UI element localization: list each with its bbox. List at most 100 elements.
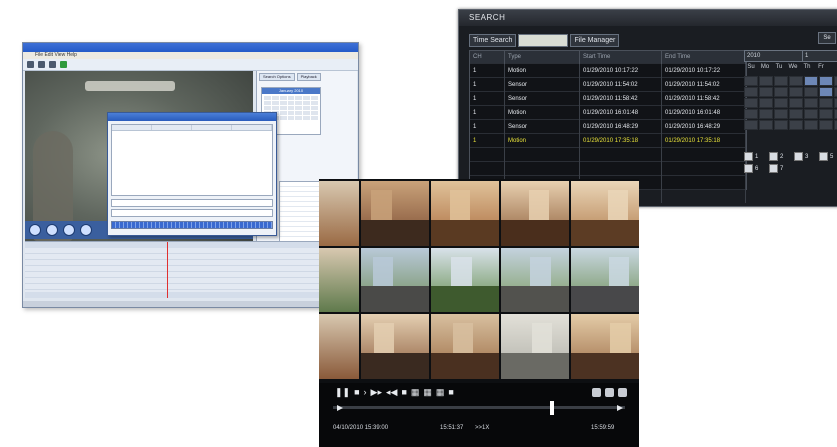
table-row[interactable]: 1 Sensor 01/29/2010 11:54:02 01/29/2010 11:… [470,77,746,92]
calendar-day[interactable] [264,106,271,110]
calendar-day[interactable] [774,109,788,119]
camera-tile[interactable] [319,247,359,313]
tab-event-search[interactable]: Event Search [518,34,569,47]
dialog-path-field[interactable] [111,199,273,207]
calendar-day[interactable] [789,76,803,86]
month-select[interactable]: 1 [802,50,837,62]
calendar-day[interactable] [303,111,311,115]
camera-tile[interactable] [319,181,359,246]
calendar-day[interactable] [744,109,758,119]
calendar-day[interactable] [303,101,311,105]
calendar-day[interactable] [774,87,788,97]
save-icon[interactable] [49,61,56,68]
camera-tile[interactable] [431,181,499,246]
calendar-day[interactable] [279,116,287,120]
channel-checkbox[interactable]: 6 [744,164,769,173]
channel-checkbox[interactable]: 7 [769,164,794,173]
calendar-day[interactable] [759,76,773,86]
camera-tile[interactable] [431,247,499,313]
audio-icon[interactable] [592,388,601,397]
playback-timeline[interactable] [333,406,625,409]
camera-tile[interactable] [571,314,639,379]
calendar-day[interactable] [287,101,295,105]
rewind-icon[interactable]: ◂◀ [386,387,397,397]
folder-icon[interactable] [38,61,45,68]
calendar-day[interactable] [804,120,818,130]
open-icon[interactable] [27,61,34,68]
calendar-day[interactable] [311,101,318,105]
calendar-day[interactable] [279,96,287,100]
camera-tile[interactable] [431,314,499,379]
calendar-day[interactable] [303,96,311,100]
pause-icon[interactable] [63,224,75,236]
dialog-option-field[interactable] [111,209,273,217]
stop-icon[interactable] [46,224,58,236]
calendar-day[interactable] [295,101,303,105]
snapshot-icon[interactable] [605,388,614,397]
calendar-day[interactable] [271,96,279,100]
table-row[interactable]: 1 Motion 01/29/2010 17:35:18 01/29/2010 17:… [470,133,746,148]
calendar-day[interactable] [789,109,803,119]
calendar-day[interactable] [295,116,303,120]
checkbox-icon[interactable] [744,164,753,173]
channel-list[interactable] [279,181,323,243]
calendar-day[interactable] [287,111,295,115]
calendar-day[interactable] [759,87,773,97]
layout-full-icon[interactable]: ■ [448,387,453,397]
dialog-file-table[interactable] [111,124,273,196]
camera-tile[interactable] [361,181,429,246]
calendar-day[interactable] [744,98,758,108]
camera-tile[interactable] [501,314,569,379]
calendar-day[interactable] [287,116,295,120]
table-row[interactable]: 1 Sensor 01/29/2010 16:48:29 01/29/2010 16:… [470,119,746,134]
tab-time-search[interactable]: Time Search [469,34,517,47]
exit-icon[interactable] [618,388,627,397]
calendar-day[interactable] [311,111,318,115]
pause-icon[interactable]: ❚❚ [335,387,350,397]
calendar-day[interactable] [279,111,287,115]
calendar-day[interactable] [311,106,318,110]
stop-icon[interactable]: ■ [354,387,359,397]
player-menu-bar[interactable]: File Edit View Help [23,52,358,59]
calendar-day[interactable] [759,98,773,108]
calendar-day[interactable] [819,76,833,86]
tab-search-options[interactable]: Search Options [259,73,295,81]
calendar-day[interactable] [759,120,773,130]
table-row[interactable]: 1 Sensor 01/29/2010 11:58:42 01/29/2010 11:… [470,91,746,106]
calendar-day[interactable] [819,87,833,97]
table-row[interactable]: 1 Motion 01/29/2010 10:17:22 01/29/2010 10:… [470,63,746,78]
calendar-day[interactable] [819,98,833,108]
calendar-day[interactable] [264,96,271,100]
calendar-day[interactable] [819,109,833,119]
fast-forward-icon[interactable]: ▶▸ [371,387,382,397]
calendar-day[interactable] [287,96,295,100]
layout-1-icon[interactable]: ■ [401,387,406,397]
calendar-day[interactable] [774,120,788,130]
camera-tile[interactable] [361,314,429,379]
calendar-day[interactable] [271,101,279,105]
calendar-day[interactable] [819,120,833,130]
checkbox-icon[interactable] [769,164,778,173]
refresh-icon[interactable] [60,61,67,68]
calendar-day[interactable] [279,101,287,105]
calendar-day[interactable] [789,120,803,130]
camera-tile[interactable] [319,314,359,379]
checkbox-icon[interactable] [794,152,803,161]
search-button[interactable]: Se [818,32,836,44]
calendar-day[interactable] [271,106,279,110]
next-icon[interactable] [80,224,92,236]
calendar-day[interactable] [311,116,318,120]
player-timeline[interactable] [25,241,356,298]
calendar-day[interactable] [295,106,303,110]
camera-tile[interactable] [571,247,639,313]
camera-tile[interactable] [501,181,569,246]
layout-9-icon[interactable]: ▦ [423,387,432,397]
calendar-day[interactable] [264,101,271,105]
calendar-day[interactable] [804,76,818,86]
layout-4-icon[interactable]: ▦ [411,387,420,397]
calendar-day[interactable] [311,96,318,100]
calendar-day[interactable] [295,111,303,115]
calendar-day[interactable] [287,106,295,110]
checkbox-icon[interactable] [819,152,828,161]
calendar-day[interactable] [303,106,311,110]
